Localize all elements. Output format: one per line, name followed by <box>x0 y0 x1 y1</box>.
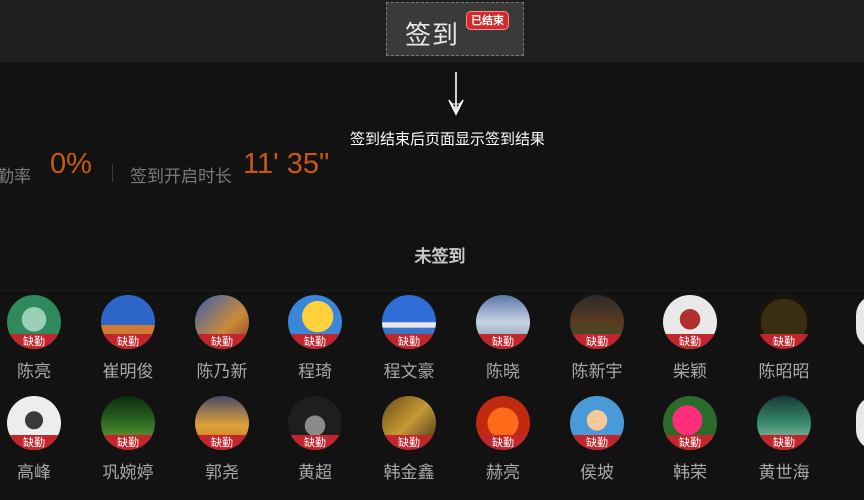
person-name: 韩荣 <box>673 463 707 483</box>
person-name: 陈乃新 <box>196 362 248 382</box>
person-card[interactable]: 缺勤 韩荣 <box>643 396 733 486</box>
absent-badge: 缺勤 <box>663 435 717 450</box>
absent-badge: 缺勤 <box>382 334 436 349</box>
person-card[interactable]: 缺勤 崔明俊 <box>81 295 171 385</box>
person-name: 郭尧 <box>205 463 239 483</box>
avatar: 缺勤 <box>195 396 249 450</box>
person-card[interactable]: 缺勤 程琦 <box>268 295 358 385</box>
absent-badge: 缺勤 <box>288 334 342 349</box>
avatar: 缺勤 <box>757 295 811 349</box>
avatar: 缺勤 <box>757 396 811 450</box>
absent-badge: 缺勤 <box>757 334 811 349</box>
avatar: 缺勤 <box>570 295 624 349</box>
avatar: 缺勤 <box>663 396 717 450</box>
person-name: 陈晓 <box>486 362 520 382</box>
person-card[interactable]: 缺勤 郭尧 <box>175 396 265 486</box>
person-name: 黄超 <box>298 463 332 483</box>
person-name: 陈昭昭 <box>758 362 810 382</box>
person-name: 陈亮 <box>17 362 51 382</box>
person-card[interactable]: 缺勤 高峰 <box>0 396 77 486</box>
avatar: 缺勤 <box>7 396 61 450</box>
person-name: 黄世海 <box>758 463 810 483</box>
avatar: 缺勤 <box>101 295 155 349</box>
absent-badge: 缺勤 <box>570 334 624 349</box>
absent-badge: 缺勤 <box>288 435 342 450</box>
person-card[interactable]: 缺勤 黄超 <box>268 396 358 486</box>
absent-badge: 缺勤 <box>7 334 61 349</box>
person-card[interactable]: 缺勤 柴颖 <box>643 295 733 385</box>
person-card[interactable]: 缺勤 赫亮 <box>456 396 546 486</box>
person-card[interactable]: 缺勤 陈新宇 <box>550 295 640 385</box>
person-card[interactable]: 缺勤 陈乃新 <box>175 295 265 385</box>
person-card[interactable]: 缺勤 陈亮 <box>0 295 77 385</box>
absent-badge: 缺勤 <box>101 334 155 349</box>
avatar: 缺勤 <box>476 396 530 450</box>
person-name: 陈新宇 <box>571 362 623 382</box>
absent-badge: 缺勤 <box>382 435 436 450</box>
person-name: 程文豪 <box>383 362 435 382</box>
person-name: 赫亮 <box>486 463 520 483</box>
person-name: 崔明俊 <box>102 362 154 382</box>
person-card[interactable]: 缺勤 巩婉婷 <box>81 396 171 486</box>
absent-badge: 缺勤 <box>7 435 61 450</box>
person-card[interactable]: 缺勤 程文豪 <box>362 295 452 385</box>
avatar: 缺勤 <box>288 295 342 349</box>
absent-badge: 缺勤 <box>570 435 624 450</box>
avatar: 缺勤 <box>195 295 249 349</box>
avatar: 缺勤 <box>476 295 530 349</box>
person-card[interactable]: 缺勤 陈昭昭 <box>737 295 827 385</box>
person-card[interactable]: 缺勤 侯坡 <box>550 396 640 486</box>
person-card[interactable]: 缺勤 陈晓 <box>456 295 546 385</box>
person-name: 柴颖 <box>673 362 707 382</box>
avatar: 缺勤 <box>7 295 61 349</box>
person-name: 韩金鑫 <box>383 463 435 483</box>
absent-badge: 缺勤 <box>101 435 155 450</box>
absent-badge: 缺勤 <box>476 334 530 349</box>
person-card[interactable]: 缺勤 黄世海 <box>737 396 827 486</box>
person-name: 程琦 <box>298 362 332 382</box>
absent-badge: 缺勤 <box>476 435 530 450</box>
person-name: 侯坡 <box>580 463 614 483</box>
person-name: 高峰 <box>17 463 51 483</box>
avatar: 缺勤 <box>382 295 436 349</box>
avatar: 缺勤 <box>288 396 342 450</box>
avatar: 缺勤 <box>101 396 155 450</box>
people-grid: 缺勤 陈亮 缺勤 崔明俊 缺勤 陈乃新 缺勤 程琦 缺勤 程文豪 缺勤 陈晓 缺勤 陈新宇 缺勤 柴颖 缺勤 陈昭… <box>0 0 864 500</box>
person-name: 巩婉婷 <box>102 463 154 483</box>
person-card[interactable]: 缺勤 韩金鑫 <box>362 396 452 486</box>
avatar: 缺勤 <box>382 396 436 450</box>
avatar: 缺勤 <box>570 396 624 450</box>
avatar: 缺勤 <box>663 295 717 349</box>
absent-badge: 缺勤 <box>195 334 249 349</box>
absent-badge: 缺勤 <box>195 435 249 450</box>
absent-badge: 缺勤 <box>663 334 717 349</box>
absent-badge: 缺勤 <box>757 435 811 450</box>
